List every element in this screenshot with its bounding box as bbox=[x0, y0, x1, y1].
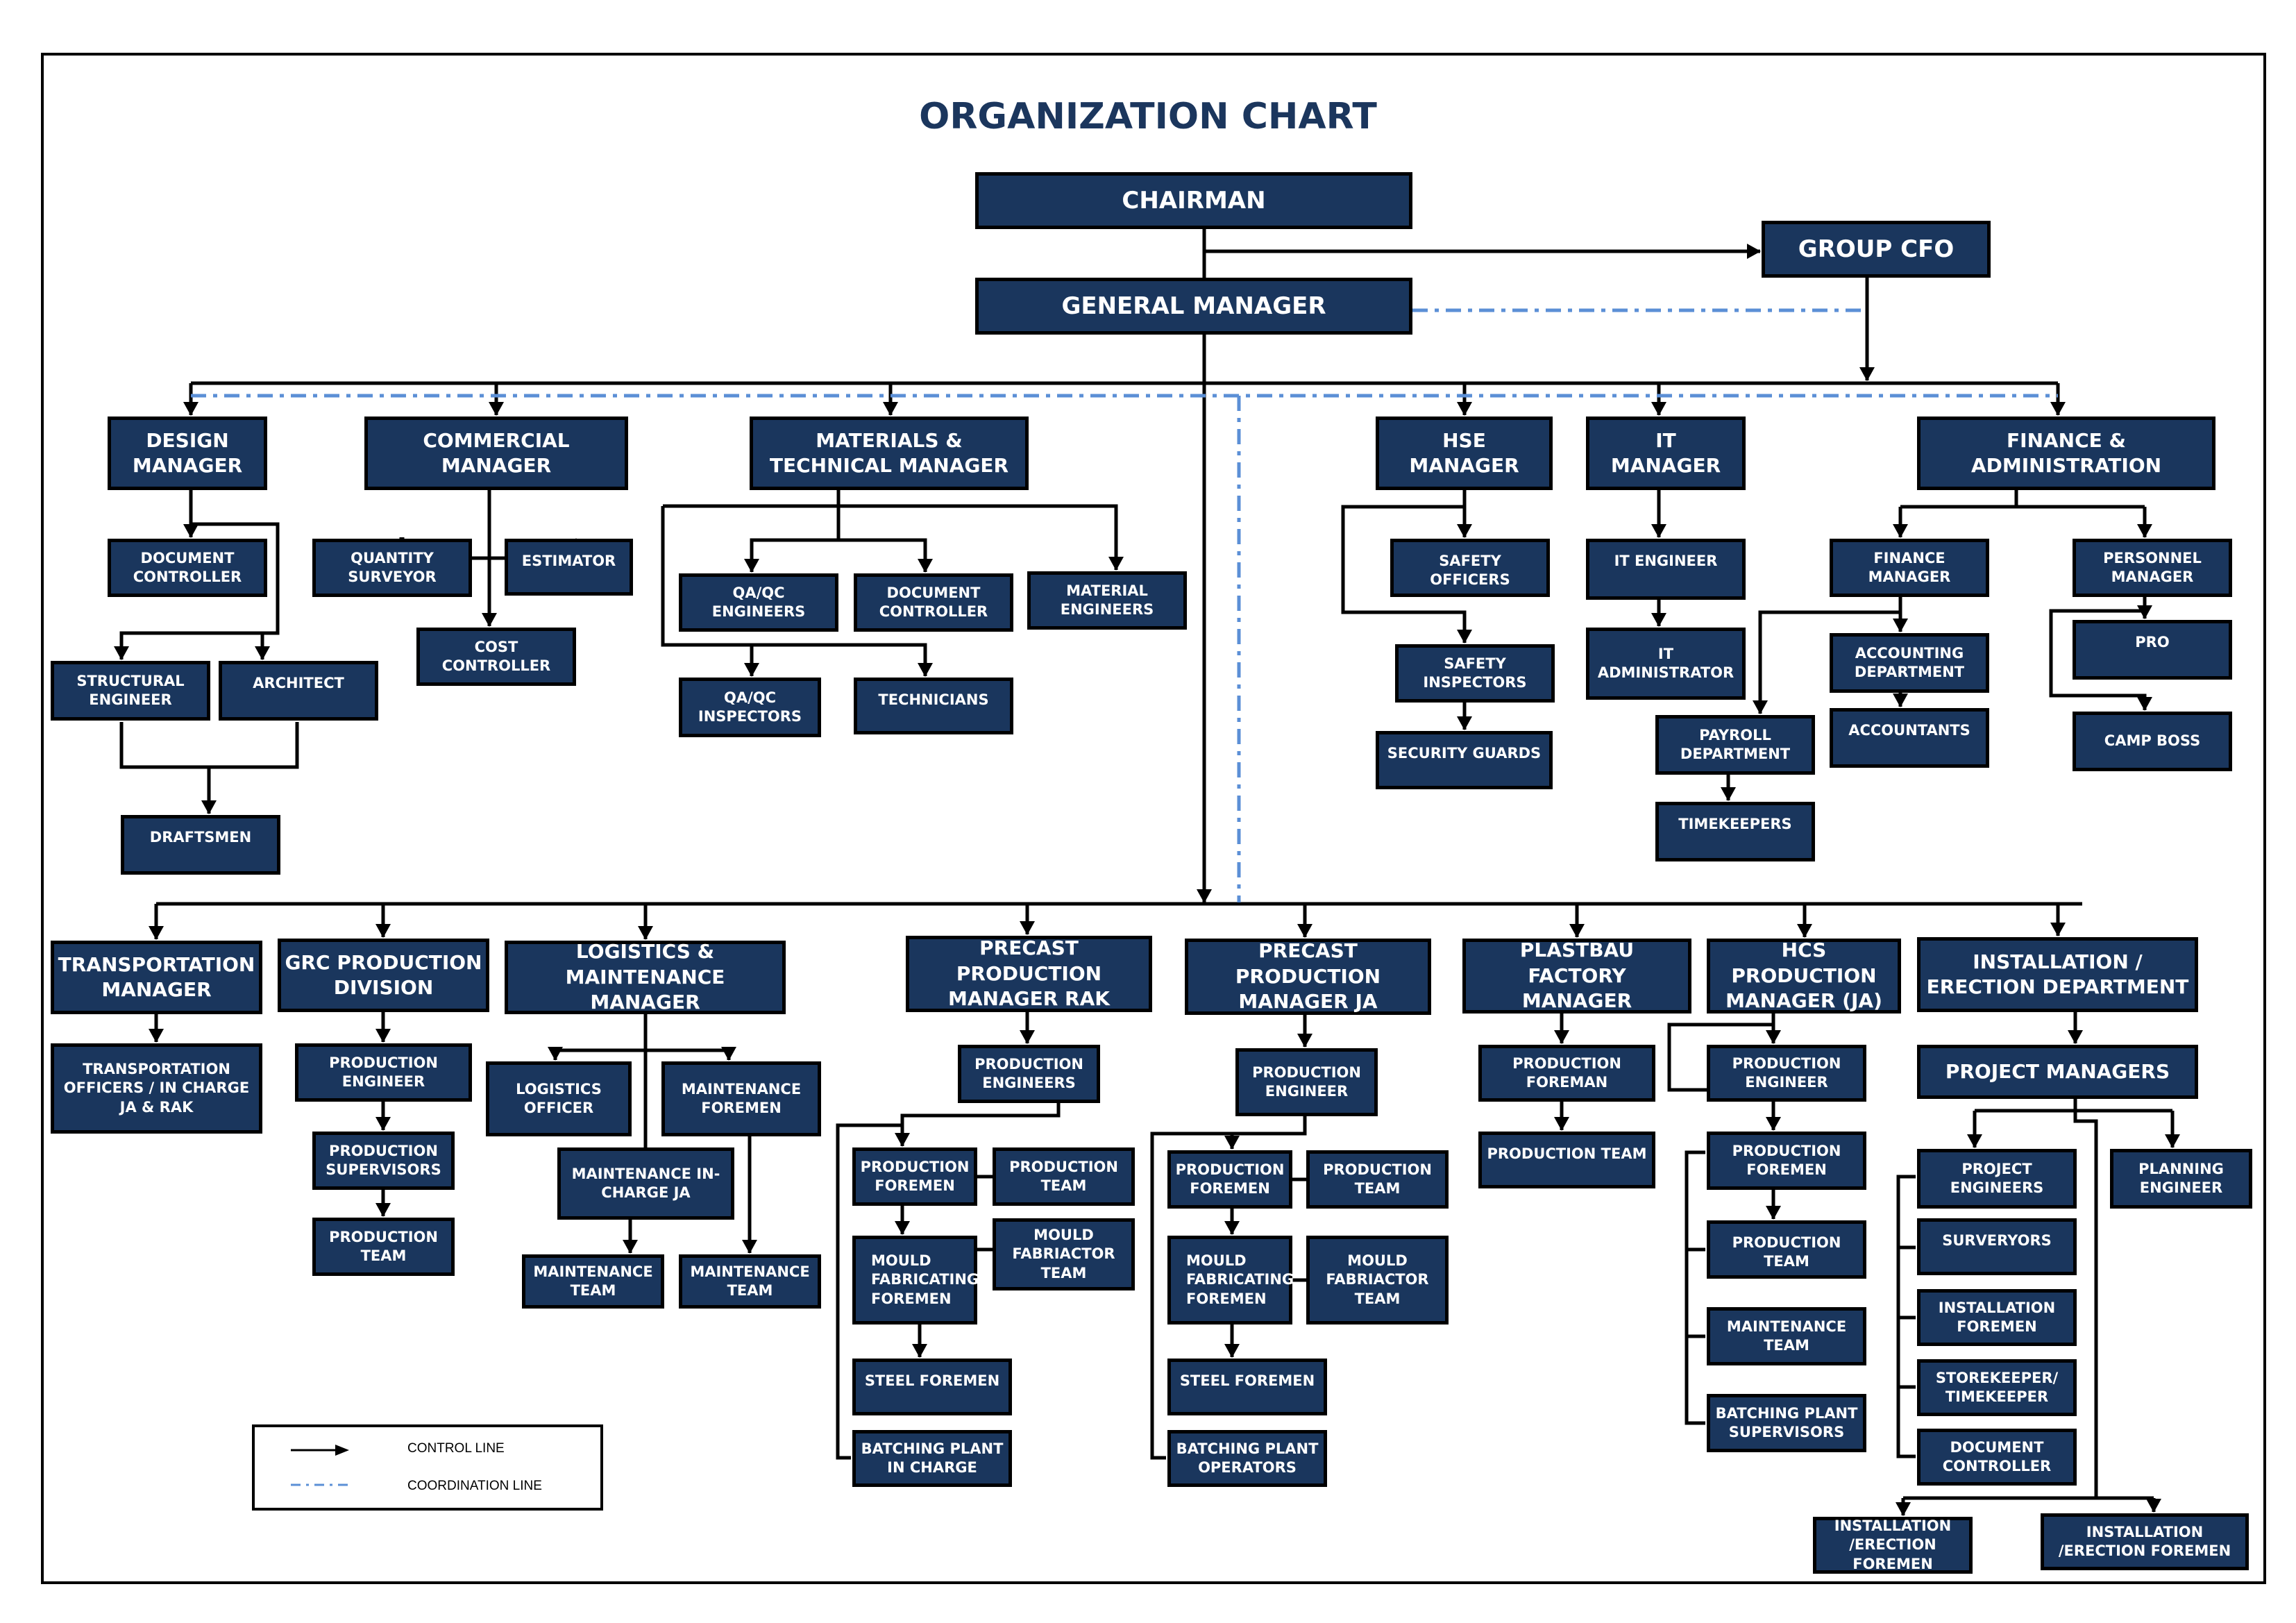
node-storekeeper-timekeeper[interactable]: STOREKEEPER/ TIMEKEEPER bbox=[1917, 1359, 2077, 1416]
node-it-manager[interactable]: IT MANAGER bbox=[1586, 417, 1746, 490]
node-surveyors[interactable]: SURVERYORS bbox=[1917, 1218, 2077, 1275]
node-camp-boss[interactable]: CAMP BOSS bbox=[2073, 712, 2232, 771]
node-rak-production-team[interactable]: PRODUCTION TEAM bbox=[993, 1147, 1135, 1206]
node-general-manager[interactable]: GENERAL MANAGER bbox=[975, 278, 1412, 335]
node-precast-manager-ja[interactable]: PRECAST PRODUCTION MANAGER JA bbox=[1185, 939, 1431, 1015]
node-rak-mould-fabricating-foremen[interactable]: MOULD FABRICATING FOREMEN bbox=[852, 1236, 979, 1325]
node-it-engineer[interactable]: IT ENGINEER bbox=[1586, 539, 1746, 600]
control-line bbox=[1685, 1150, 1705, 1425]
node-installation-foremen[interactable]: INSTALLATION FOREMEN bbox=[1917, 1289, 2077, 1346]
node-maintenance-team-ja[interactable]: MAINTENANCE TEAM bbox=[522, 1254, 664, 1309]
node-materials-document-controller[interactable]: DOCUMENT CONTROLLER bbox=[854, 573, 1013, 632]
node-project-managers[interactable]: PROJECT MANAGERS bbox=[1917, 1045, 2198, 1099]
node-ja-mould-fabricator-team[interactable]: MOULD FABRIACTOR TEAM bbox=[1306, 1236, 1449, 1325]
legend: CONTROL LINE COORDINATION LINE bbox=[252, 1424, 603, 1511]
node-project-engineers[interactable]: PROJECT ENGINEERS bbox=[1917, 1149, 2077, 1209]
node-hcs-production-engineer[interactable]: PRODUCTION ENGINEER bbox=[1707, 1045, 1866, 1102]
node-hcs-maintenance-team[interactable]: MAINTENANCE TEAM bbox=[1707, 1307, 1866, 1365]
node-chairman[interactable]: CHAIRMAN bbox=[975, 172, 1412, 229]
control-line-arrow-icon bbox=[291, 1445, 349, 1456]
control-line bbox=[219, 631, 270, 660]
node-hcs-production-team[interactable]: PRODUCTION TEAM bbox=[1707, 1220, 1866, 1279]
node-grc-production-division[interactable]: GRC PRODUCTION DIVISION bbox=[278, 939, 489, 1012]
node-rak-steel-foremen[interactable]: STEEL FOREMEN bbox=[852, 1359, 1012, 1415]
node-architect[interactable]: ARCHITECT bbox=[219, 661, 378, 721]
node-design-document-controller[interactable]: DOCUMENT CONTROLLER bbox=[108, 539, 267, 597]
node-ja-mould-fabricating-foremen[interactable]: MOULD FABRICATING FOREMEN bbox=[1167, 1236, 1294, 1325]
node-ja-production-foremen[interactable]: PRODUCTION FOREMEN bbox=[1167, 1150, 1292, 1209]
node-material-engineers[interactable]: MATERIAL ENGINEERS bbox=[1027, 571, 1187, 630]
node-security-guards[interactable]: SECURITY GUARDS bbox=[1376, 731, 1553, 789]
node-timekeepers[interactable]: TIMEKEEPERS bbox=[1655, 802, 1815, 861]
node-commercial-manager[interactable]: COMMERCIAL MANAGER bbox=[364, 417, 628, 490]
node-it-administrator[interactable]: IT ADMINISTRATOR bbox=[1586, 628, 1746, 700]
node-rak-mould-fabricator-team[interactable]: MOULD FABRIACTOR TEAM bbox=[993, 1218, 1135, 1290]
node-estimator[interactable]: ESTIMATOR bbox=[505, 539, 633, 596]
node-logistics-officer[interactable]: LOGISTICS OFFICER bbox=[486, 1061, 632, 1136]
node-pro[interactable]: PRO bbox=[2073, 620, 2232, 680]
node-erection-foremen-1[interactable]: INSTALLATION /ERECTION FOREMEN bbox=[1813, 1517, 1973, 1574]
node-precast-manager-rak[interactable]: PRECAST PRODUCTION MANAGER RAK bbox=[906, 936, 1152, 1012]
node-plastbau-production-foreman[interactable]: PRODUCTION FOREMAN bbox=[1478, 1045, 1655, 1102]
node-qaqc-inspectors[interactable]: QA/QC INSPECTORS bbox=[679, 678, 821, 737]
legend-control-label: CONTROL LINE bbox=[407, 1441, 505, 1456]
node-finance-administration[interactable]: FINANCE & ADMINISTRATION bbox=[1917, 417, 2215, 490]
node-erection-foremen-2[interactable]: INSTALLATION /ERECTION FOREMEN bbox=[2041, 1513, 2249, 1570]
node-cost-controller[interactable]: COST CONTROLLER bbox=[416, 628, 576, 686]
node-installation-erection-department[interactable]: INSTALLATION / ERECTION DEPARTMENT bbox=[1917, 937, 2198, 1012]
node-finance-manager[interactable]: FINANCE MANAGER bbox=[1830, 539, 1989, 597]
node-maintenance-incharge-ja[interactable]: MAINTENANCE IN- CHARGE JA bbox=[557, 1147, 734, 1220]
node-accounting-department[interactable]: ACCOUNTING DEPARTMENT bbox=[1830, 633, 1989, 693]
node-installation-document-controller[interactable]: DOCUMENT CONTROLLER bbox=[1917, 1429, 2077, 1486]
control-line bbox=[1224, 1116, 1307, 1150]
node-quantity-surveyor[interactable]: QUANTITY SURVEYOR bbox=[312, 539, 472, 597]
node-maintenance-foremen[interactable]: MAINTENANCE FOREMEN bbox=[661, 1061, 821, 1136]
node-transportation-manager[interactable]: TRANSPORTATION MANAGER bbox=[51, 941, 262, 1014]
node-rak-production-engineers[interactable]: PRODUCTION ENGINEERS bbox=[958, 1045, 1100, 1103]
node-ja-batching-plant[interactable]: BATCHING PLANT OPERATORS bbox=[1167, 1430, 1327, 1487]
node-materials-manager[interactable]: MATERIALS & TECHNICAL MANAGER bbox=[750, 417, 1029, 490]
legend-coordination-label: COORDINATION LINE bbox=[407, 1479, 542, 1493]
node-accountants[interactable]: ACCOUNTANTS bbox=[1830, 708, 1989, 768]
node-design-manager[interactable]: DESIGN MANAGER bbox=[108, 417, 267, 490]
node-draftsmen[interactable]: DRAFTSMEN bbox=[121, 815, 280, 875]
node-payroll-department[interactable]: PAYROLL DEPARTMENT bbox=[1655, 715, 1815, 775]
node-logistics-maintenance-manager[interactable]: LOGISTICS & MAINTENANCE MANAGER bbox=[505, 940, 786, 1014]
node-structural-engineer[interactable]: STRUCTURAL ENGINEER bbox=[51, 661, 210, 721]
node-hse-manager[interactable]: HSE MANAGER bbox=[1376, 417, 1553, 490]
control-line bbox=[744, 506, 841, 573]
control-line bbox=[895, 1103, 1061, 1147]
node-safety-officers[interactable]: SAFETY OFFICERS bbox=[1390, 539, 1550, 597]
control-line bbox=[2073, 1111, 2098, 1498]
node-maintenance-team-foremen[interactable]: MAINTENANCE TEAM bbox=[679, 1254, 821, 1309]
coordination-line-icon bbox=[291, 1483, 349, 1486]
node-transportation-officers[interactable]: TRANSPORTATION OFFICERS / IN CHARGE JA &… bbox=[51, 1043, 262, 1134]
node-hcs-production-foremen[interactable]: PRODUCTION FOREMEN bbox=[1707, 1132, 1866, 1190]
node-plastbau-factory-manager[interactable]: PLASTBAU FACTORY MANAGER bbox=[1462, 939, 1691, 1014]
node-personnel-manager[interactable]: PERSONNEL MANAGER bbox=[2073, 539, 2232, 597]
node-qaqc-engineers[interactable]: QA/QC ENGINEERS bbox=[679, 573, 838, 632]
node-hcs-production-manager[interactable]: HCS PRODUCTION MANAGER (JA) bbox=[1707, 939, 1901, 1014]
control-line bbox=[119, 722, 299, 769]
node-technicians[interactable]: TECHNICIANS bbox=[854, 678, 1013, 734]
node-ja-production-engineer[interactable]: PRODUCTION ENGINEER bbox=[1235, 1048, 1378, 1116]
node-planning-engineer[interactable]: PLANNING ENGINEER bbox=[2110, 1149, 2252, 1209]
node-hcs-batching-plant-supervisors[interactable]: BATCHING PLANT SUPERVISORS bbox=[1707, 1394, 1866, 1452]
node-rak-production-foremen[interactable]: PRODUCTION FOREMEN bbox=[852, 1147, 977, 1206]
node-grc-production-team[interactable]: PRODUCTION TEAM bbox=[312, 1218, 455, 1276]
node-grc-production-supervisors[interactable]: PRODUCTION SUPERVISORS bbox=[312, 1132, 455, 1190]
node-plastbau-production-team[interactable]: PRODUCTION TEAM bbox=[1478, 1132, 1655, 1188]
node-grc-production-engineer[interactable]: PRODUCTION ENGINEER bbox=[295, 1043, 472, 1102]
node-ja-production-team[interactable]: PRODUCTION TEAM bbox=[1306, 1150, 1449, 1209]
node-group-cfo[interactable]: GROUP CFO bbox=[1762, 221, 1991, 278]
node-safety-inspectors[interactable]: SAFETY INSPECTORS bbox=[1395, 644, 1555, 703]
node-rak-batching-plant[interactable]: BATCHING PLANT IN CHARGE bbox=[852, 1430, 1012, 1487]
control-line bbox=[663, 504, 1124, 571]
control-line bbox=[838, 538, 933, 573]
node-ja-steel-foremen[interactable]: STEEL FOREMEN bbox=[1167, 1359, 1327, 1415]
